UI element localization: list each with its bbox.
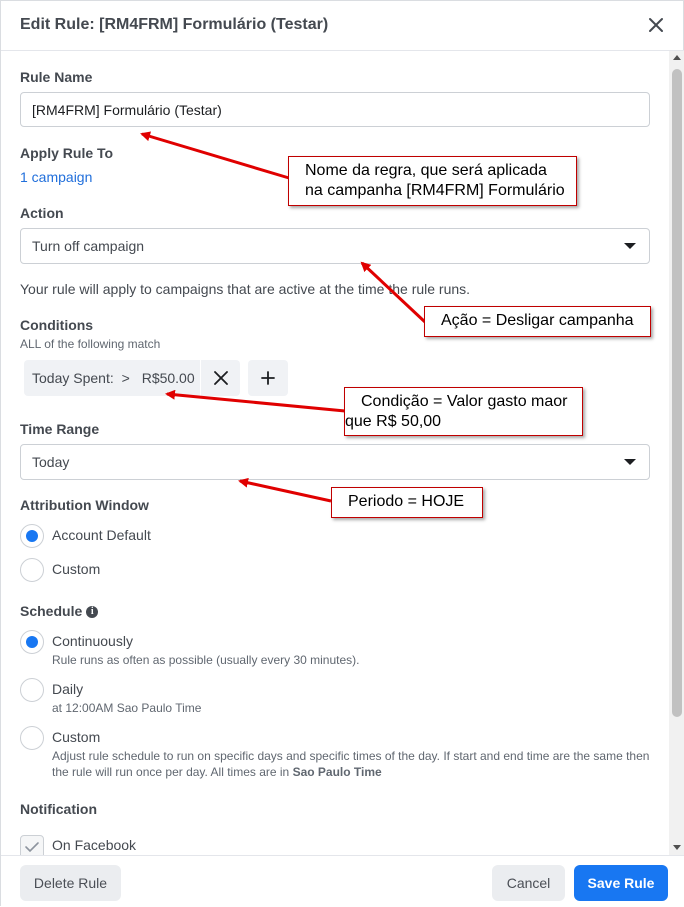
time-range-selected-value: Today (32, 454, 70, 470)
check-icon (25, 842, 39, 853)
add-condition-button[interactable] (248, 360, 288, 396)
save-rule-button[interactable]: Save Rule (574, 865, 668, 901)
attribution-window-label: Attribution Window (20, 497, 149, 513)
edit-rule-dialog: Edit Rule: [RM4FRM] Formulário (Testar) … (0, 0, 684, 907)
attribution-default-radio[interactable] (20, 524, 44, 548)
scrollbar[interactable] (669, 51, 684, 855)
on-facebook-label: On Facebook (52, 837, 137, 853)
attribution-custom-radio[interactable] (20, 558, 44, 582)
attribution-default-label: Account Default (52, 527, 151, 543)
scroll-up-icon[interactable] (673, 55, 681, 60)
schedule-custom-desc-line2: the rule will run once per day. All time… (52, 764, 662, 780)
schedule-continuously-desc: Rule runs as often as possible (usually … (52, 653, 360, 667)
annotation-action: Ação = Desligar campanha (424, 306, 651, 337)
schedule-custom-desc-line1: Adjust rule schedule to run on specific … (52, 749, 650, 763)
dialog-header: Edit Rule: [RM4FRM] Formulário (Testar) (1, 1, 684, 51)
schedule-custom-desc-prefix: the rule will run once per day. All time… (52, 765, 293, 779)
schedule-custom-radio[interactable] (20, 726, 44, 750)
rule-name-label: Rule Name (20, 69, 93, 85)
action-help-text: Your rule will apply to campaigns that a… (20, 281, 471, 297)
schedule-label-text: Schedule (20, 603, 83, 619)
schedule-daily-radio[interactable] (20, 678, 44, 702)
conditions-sublabel: ALL of the following match (20, 337, 161, 351)
condition-value: R$50.00 (141, 370, 195, 386)
action-selected-value: Turn off campaign (32, 238, 145, 254)
attribution-custom-label: Custom (52, 561, 101, 577)
schedule-custom-desc: Adjust rule schedule to run on specific … (52, 748, 662, 780)
conditions-label: Conditions (20, 317, 94, 333)
condition-metric: Today Spent: (32, 370, 114, 386)
chevron-down-icon (624, 459, 636, 465)
time-range-select[interactable]: Today (20, 444, 650, 480)
annotation-time-range: Periodo = HOJE (331, 487, 483, 518)
rule-name-input[interactable] (20, 92, 650, 127)
scroll-thumb[interactable] (672, 69, 682, 717)
chevron-down-icon (624, 243, 636, 249)
cancel-button[interactable]: Cancel (492, 865, 565, 901)
dialog-title: Edit Rule: [RM4FRM] Formulário (Testar) (20, 16, 329, 33)
close-icon[interactable] (645, 14, 667, 36)
info-icon[interactable]: i (86, 606, 99, 619)
annotation-action-line1: Ação = Desligar campanha (441, 312, 634, 329)
annotation-rule-name-line2: na campanha [RM4FRM] Formulário (305, 182, 565, 199)
annotation-condition-line2: que R$ 50,00 (345, 413, 442, 430)
schedule-daily-label: Daily (52, 681, 84, 697)
schedule-continuously-label: Continuously (52, 633, 133, 649)
schedule-label: Schedule i (20, 603, 99, 619)
action-label: Action (20, 205, 64, 221)
on-facebook-checkbox[interactable] (20, 835, 44, 855)
delete-rule-button[interactable]: Delete Rule (20, 865, 121, 901)
annotation-condition-line1: Condição = Valor gasto maor (361, 393, 568, 410)
plus-icon (261, 371, 275, 385)
condition-operator: > (121, 370, 130, 386)
time-range-label: Time Range (20, 421, 100, 437)
annotation-time-range-line1: Periodo = HOJE (348, 493, 465, 510)
annotation-rule-name: Nome da regra, que será aplicada na camp… (288, 156, 577, 206)
condition-chip[interactable]: Today Spent: > R$50.00 (24, 360, 200, 396)
apply-rule-to-label: Apply Rule To (20, 145, 114, 161)
close-icon (214, 371, 228, 385)
campaign-count-link[interactable]: 1 campaign (20, 169, 92, 185)
annotation-condition: Condição = Valor gasto maor que R$ 50,00 (344, 387, 583, 436)
schedule-custom-label: Custom (52, 729, 101, 745)
remove-condition-button[interactable] (200, 360, 240, 396)
scroll-down-icon[interactable] (673, 845, 681, 850)
schedule-continuously-radio[interactable] (20, 630, 44, 654)
notification-label: Notification (20, 801, 97, 817)
dialog-footer: Delete Rule Cancel Save Rule (1, 855, 684, 907)
action-select[interactable]: Turn off campaign (20, 228, 650, 264)
annotation-rule-name-line1: Nome da regra, que será aplicada (305, 162, 547, 179)
timezone-text: Sao Paulo Time (292, 765, 382, 779)
schedule-daily-desc: at 12:00AM Sao Paulo Time (52, 701, 202, 715)
